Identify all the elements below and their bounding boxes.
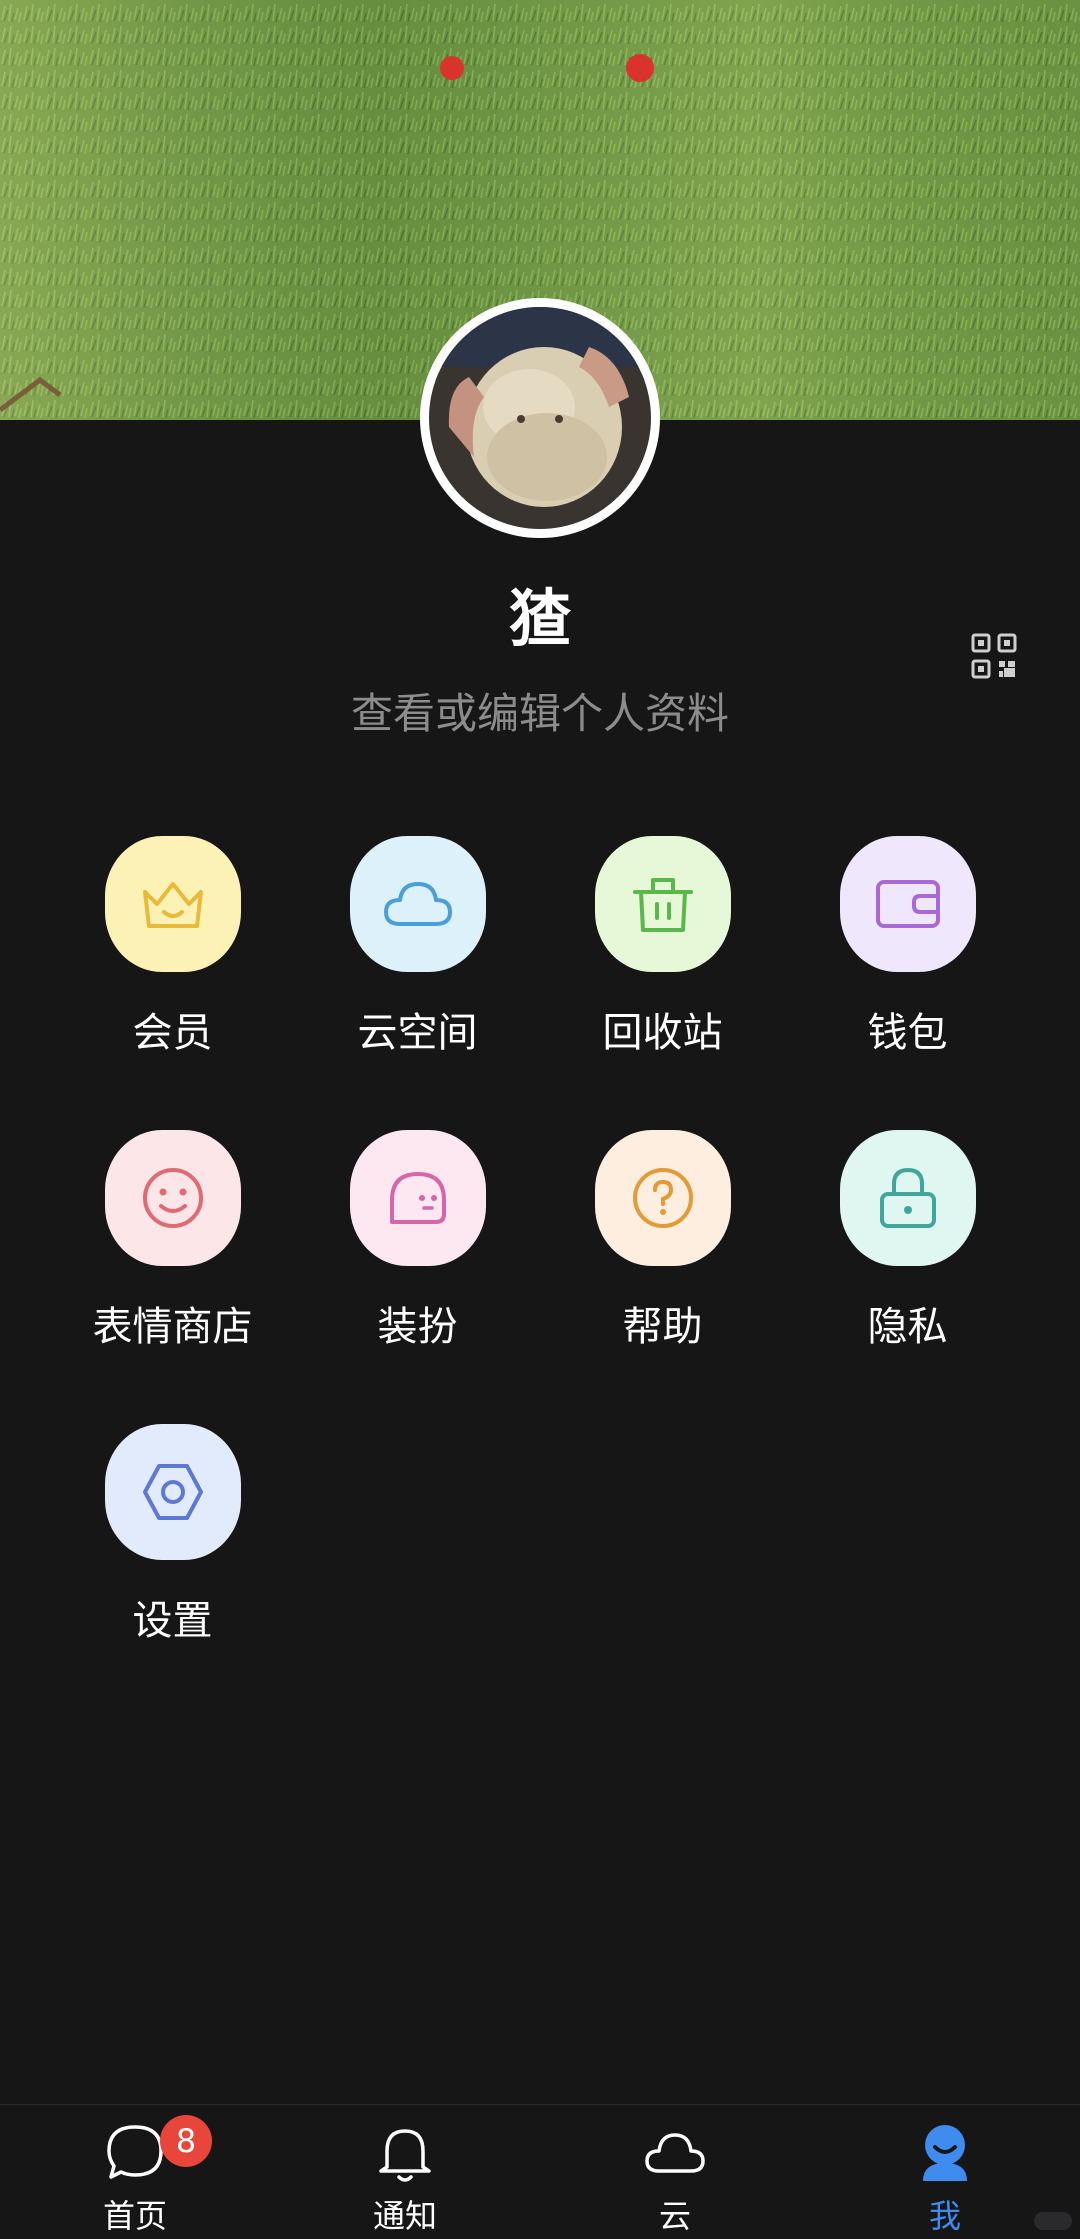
qr-code-icon[interactable] xyxy=(970,632,1018,680)
tab-notifications[interactable]: 通知 xyxy=(270,2105,540,2239)
help-icon xyxy=(632,1168,693,1228)
tile-icon-bg xyxy=(839,1130,976,1266)
tile-membership[interactable]: 会员 xyxy=(50,836,295,1058)
unread-badge: 8 xyxy=(160,2115,212,2167)
tab-label: 我 xyxy=(928,2197,961,2235)
tab-label: 云 xyxy=(658,2197,691,2235)
tab-home[interactable]: 8 首页 xyxy=(0,2105,270,2239)
avatar[interactable] xyxy=(420,298,660,538)
tile-icon-bg xyxy=(594,1130,731,1266)
chat-bubble-icon xyxy=(107,2125,163,2179)
tile-icon-bg xyxy=(104,1130,241,1266)
tile-cloud-space[interactable]: 云空间 xyxy=(295,836,540,1058)
cloud-icon xyxy=(383,882,452,926)
smiley-icon xyxy=(142,1168,203,1228)
cloud-icon xyxy=(645,2133,705,2173)
tile-icon-bg xyxy=(349,1130,486,1266)
tile-label: 帮助 xyxy=(622,1304,703,1350)
user-icon xyxy=(923,2125,967,2181)
bell-icon xyxy=(379,2129,431,2182)
settings-icon xyxy=(142,1464,203,1520)
tile-settings[interactable]: 设置 xyxy=(50,1424,295,1646)
tile-wallet[interactable]: 钱包 xyxy=(785,836,1030,1058)
watermark xyxy=(1034,2212,1072,2230)
bottom-tab-bar: 8 首页 通知 云 我 xyxy=(0,2104,1080,2239)
tile-label: 回收站 xyxy=(602,1010,723,1056)
tile-sticker-store[interactable]: 表情商店 xyxy=(50,1130,295,1352)
feature-grid: 会员 云空间 回收站 钱包 表情商店 装扮 帮助 隐私 设置 xyxy=(50,836,1030,1646)
tab-label: 首页 xyxy=(102,2197,167,2235)
tile-icon-bg xyxy=(104,1424,241,1560)
edit-profile-link[interactable]: 查看或编辑个人资料 xyxy=(0,680,1080,741)
tile-label: 表情商店 xyxy=(92,1304,253,1350)
tile-label: 装扮 xyxy=(377,1304,458,1350)
tile-icon-bg xyxy=(594,836,731,972)
tile-label: 隐私 xyxy=(867,1304,948,1350)
trash-icon xyxy=(632,878,693,932)
tile-recycle-bin[interactable]: 回收站 xyxy=(540,836,785,1058)
tab-cloud[interactable]: 云 xyxy=(540,2105,810,2239)
tile-label: 设置 xyxy=(132,1598,213,1644)
tile-label: 会员 xyxy=(132,1010,213,1056)
tab-label: 通知 xyxy=(372,2197,437,2235)
crown-icon xyxy=(142,882,203,928)
tile-icon-bg xyxy=(839,836,976,972)
tile-dress-up[interactable]: 装扮 xyxy=(295,1130,540,1352)
avatar-image xyxy=(429,307,651,529)
tile-privacy[interactable]: 隐私 xyxy=(785,1130,1030,1352)
profile-name: 猹 xyxy=(508,582,571,655)
tile-icon-bg xyxy=(104,836,241,972)
tile-label: 钱包 xyxy=(867,1010,948,1056)
tile-help[interactable]: 帮助 xyxy=(540,1130,785,1352)
tile-icon-bg xyxy=(349,836,486,972)
blob-face-icon xyxy=(389,1172,446,1224)
wallet-icon xyxy=(875,880,940,928)
lock-icon xyxy=(879,1167,936,1228)
tile-label: 云空间 xyxy=(357,1010,478,1056)
